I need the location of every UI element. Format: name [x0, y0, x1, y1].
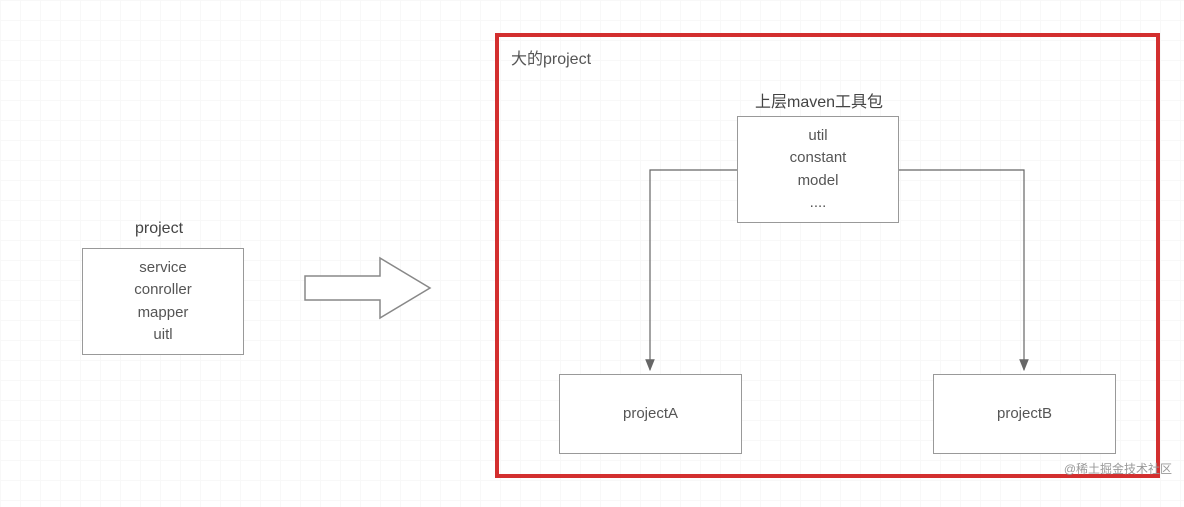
- projectb-label: projectB: [997, 403, 1052, 426]
- project-box: service conroller mapper uitl: [82, 248, 244, 355]
- line: model: [798, 170, 839, 193]
- line: uitl: [153, 324, 172, 347]
- line: conroller: [134, 279, 192, 302]
- line: util: [808, 125, 827, 148]
- watermark-main: @稀土掘金技术社区: [1064, 460, 1172, 477]
- arrow-right-icon: [300, 248, 440, 328]
- projecta-box: projectA: [559, 374, 742, 454]
- line: constant: [790, 147, 847, 170]
- projectb-box: projectB: [933, 374, 1116, 454]
- big-project-label: 大的project: [511, 45, 591, 69]
- util-box: util constant model ....: [737, 116, 899, 223]
- line: service: [139, 257, 187, 280]
- project-label: project: [135, 220, 183, 238]
- line: mapper: [138, 302, 189, 325]
- projecta-label: projectA: [623, 403, 678, 426]
- line: ....: [810, 192, 827, 215]
- maven-toolkit-label: 上层maven工具包: [755, 88, 883, 112]
